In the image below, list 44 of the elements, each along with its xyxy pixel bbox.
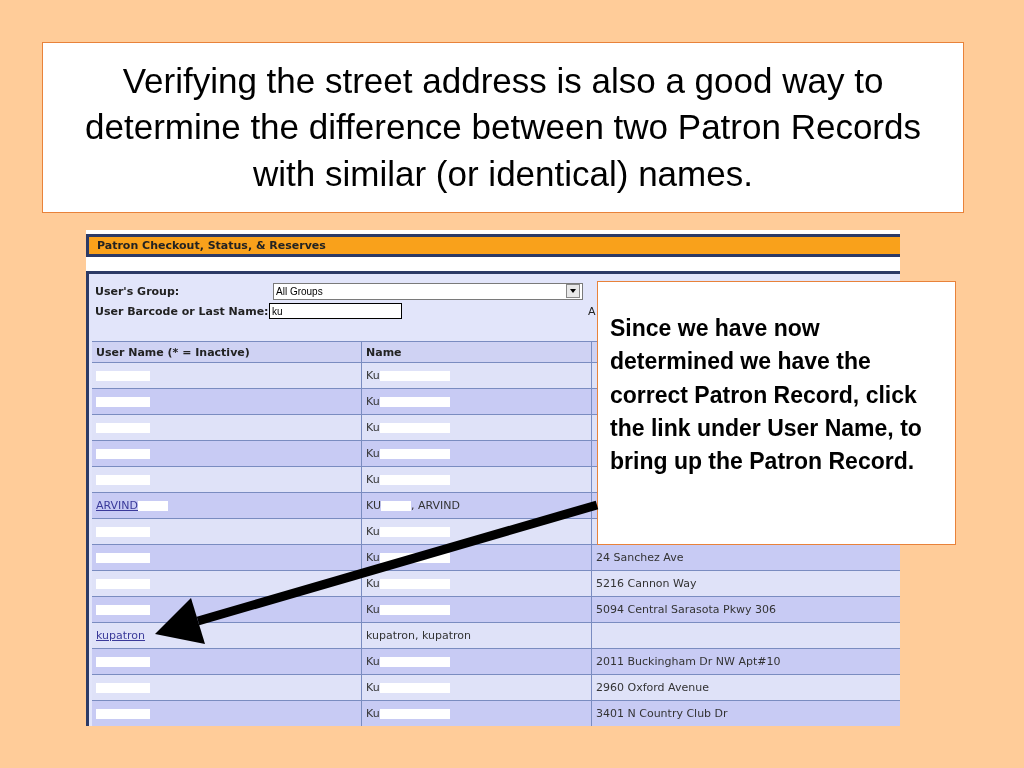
name-text: Ku — [366, 473, 450, 486]
user-link[interactable]: ARVIND — [96, 499, 169, 512]
slide-title: Verifying the street address is also a good way to determine the difference between two Patron Records with similar (or identical) names. — [84, 59, 922, 195]
address-text: 3401 N Country Club Dr — [596, 707, 728, 720]
field-label: A — [588, 304, 596, 318]
name-text: Ku — [366, 707, 450, 720]
group-label: User's Group: — [95, 284, 181, 298]
group-dropdown[interactable]: All Groups — [273, 282, 583, 300]
name-text: Ku — [366, 369, 450, 382]
panel-header: Patron Checkout, Status, & Reserves — [86, 234, 900, 257]
user-link[interactable] — [96, 422, 150, 433]
user-link[interactable] — [96, 578, 150, 589]
name-text: Ku — [366, 577, 450, 590]
name-text: Ku — [366, 525, 450, 538]
user-link[interactable] — [96, 552, 150, 563]
user-link[interactable] — [96, 682, 150, 693]
address-text: 2960 Oxford Avenue — [596, 681, 709, 694]
user-link[interactable] — [96, 474, 150, 485]
address-text: 24 Sanchez Ave — [596, 551, 684, 564]
user-link[interactable] — [96, 448, 150, 459]
address-text: 5216 Cannon Way — [596, 577, 697, 590]
name-text: Ku — [366, 681, 450, 694]
user-link[interactable] — [96, 396, 150, 407]
callout-text: Since we have now determined we have the correct Patron Record, click the link under User Name, to bring up the Patron Record. — [610, 315, 922, 475]
column-header: User Name (* = Inactive) — [92, 342, 362, 362]
address-text: 5094 Central Sarasota Pkwy 306 — [596, 603, 777, 616]
name-text: kupatron, kupatron — [366, 629, 472, 642]
user-link[interactable] — [96, 526, 150, 537]
column-header: Name — [362, 342, 592, 362]
name-text: Ku — [366, 421, 450, 434]
name-text: Ku — [366, 603, 450, 616]
user-link[interactable] — [96, 604, 150, 615]
search-field[interactable]: ku — [269, 303, 402, 319]
search-label: User Barcode or Last Name: — [95, 304, 270, 318]
name-text: KU , ARVIND — [366, 499, 460, 512]
name-text: Ku — [366, 655, 450, 668]
user-link[interactable] — [96, 370, 150, 381]
name-text: Ku — [366, 447, 450, 460]
user-link[interactable] — [96, 708, 150, 719]
name-text: Ku — [366, 551, 450, 564]
user-link[interactable]: kupatron — [96, 629, 146, 642]
address-text: 2011 Buckingham Dr NW Apt#10 — [596, 655, 781, 668]
user-link[interactable] — [96, 656, 150, 667]
name-text: Ku — [366, 395, 450, 408]
